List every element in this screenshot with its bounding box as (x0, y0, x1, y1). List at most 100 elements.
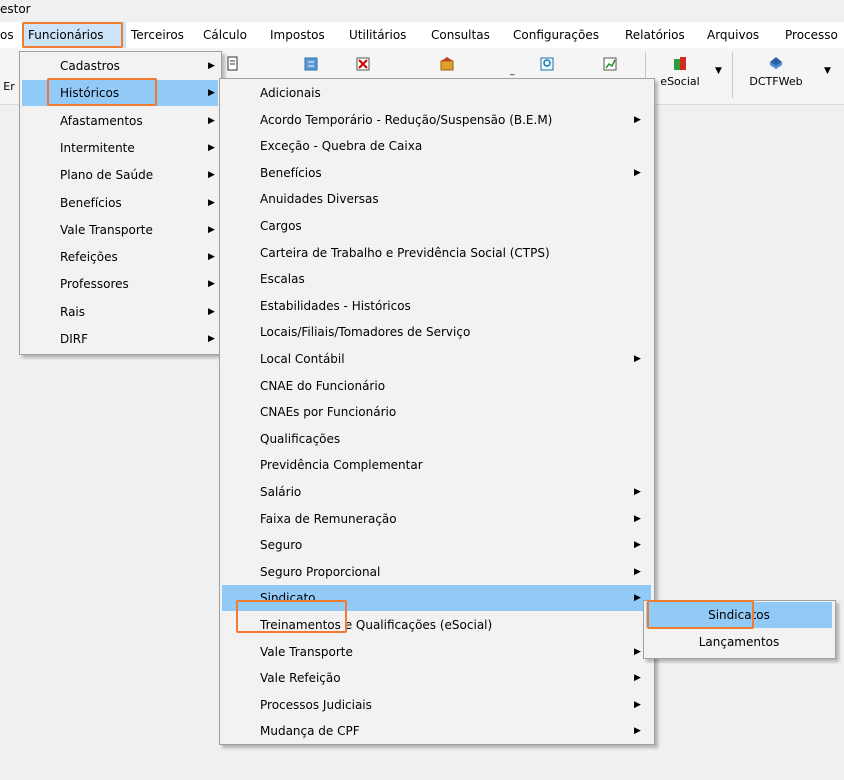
menu2-item-carteira-de-trabalho-e-previdencia-social-ctps[interactable]: Carteira de Trabalho e Previdência Socia… (222, 240, 651, 266)
menu-terceiros[interactable]: Terceiros (131, 22, 184, 48)
submenu-arrow-icon: ▶ (634, 513, 641, 524)
menu-arquivos[interactable]: Arquivos (707, 22, 759, 48)
menu1-item-label: Professores (60, 277, 129, 292)
menu2-item-mudanca-de-cpf[interactable]: Mudança de CPF ▶ (222, 718, 651, 744)
menu1-item-label: Refeições (60, 250, 118, 265)
menu1-item-professores[interactable]: Professores ▶ (22, 271, 218, 297)
menu2-item-locais-filiais-tomadores-de-servico[interactable]: Locais/Filiais/Tomadores de Serviço (222, 319, 651, 345)
menu2-item-label: Processos Judiciais (260, 697, 372, 712)
menu2-item-adicionais[interactable]: Adicionais (222, 80, 651, 106)
funcionarios-menu: Cadastros ▶ Históricos ▶ Afastamentos ▶ Interm… (19, 51, 222, 355)
menu-configuracoes[interactable]: Configurações (513, 22, 599, 48)
menu1-item-beneficios[interactable]: Benefícios ▶ (22, 190, 218, 216)
search-sheet-icon (540, 57, 554, 71)
menu-calculo[interactable]: Cálculo (203, 22, 247, 48)
menu2-item-vale-transporte[interactable]: Vale Transporte ▶ (222, 639, 651, 665)
menu1-item-label: Cadastros (60, 59, 120, 73)
menu2-item-cnaes-por-funcionario[interactable]: CNAEs por Funcionário (222, 399, 651, 425)
submenu-arrow-icon: ▶ (634, 487, 641, 497)
menu1-item-afastamentos[interactable]: Afastamentos ▶ (22, 108, 218, 134)
menu1-item-vale-transporte[interactable]: Vale Transporte ▶ (22, 217, 218, 243)
menu2-item-excecao-quebra-de-caixa[interactable]: Exceção - Quebra de Caixa (222, 133, 651, 159)
menu-relatorios[interactable]: Relatórios (625, 22, 685, 48)
submenu-arrow-icon: ▶ (208, 279, 215, 290)
menu-utilitarios[interactable]: Utilitários (349, 22, 406, 48)
historicos-submenu: Adicionais Acordo Temporário - Redução/Su… (219, 78, 655, 745)
calculator-icon (304, 57, 318, 71)
toolbar-partial-label: Er (3, 80, 15, 93)
esocial-dropdown-arrow[interactable]: ▼ (715, 66, 722, 76)
menu2-item-acordo-temporario-reducao-suspensao-b-e-m[interactable]: Acordo Temporário - Redução/Suspensão (B… (222, 107, 651, 133)
menu2-item-label: Escalas (260, 272, 305, 287)
menu1-item-plano-de-saude[interactable]: Plano de Saúde ▶ (22, 162, 218, 188)
menu2-item-beneficios[interactable]: Benefícios ▶ (222, 160, 651, 186)
menu2-item-escalas[interactable]: Escalas (222, 266, 651, 292)
menu2-item-label: Acordo Temporário - Redução/Suspensão (B… (260, 112, 553, 127)
menu2-item-seguro[interactable]: Seguro ▶ (222, 532, 651, 558)
menu-processo[interactable]: Processo (785, 22, 838, 48)
submenu-arrow-icon: ▶ (634, 699, 641, 710)
menu2-item-processos-judiciais[interactable]: Processos Judiciais ▶ (222, 692, 651, 718)
menu1-item-cadastros[interactable]: Cadastros ▶ (22, 53, 218, 79)
menu2-item-cnae-do-funcionario[interactable]: CNAE do Funcionário (222, 373, 651, 399)
menu2-item-anuidades-diversas[interactable]: Anuidades Diversas (222, 186, 651, 212)
submenu-arrow-icon: ▶ (208, 334, 215, 344)
menu2-item-faixa-de-remuneracao[interactable]: Faixa de Remuneração ▶ (222, 506, 651, 532)
menu2-item-label: Vale Transporte (260, 644, 353, 659)
menu2-item-treinamentos-e-qualificacoes-esocial[interactable]: Treinamentos e Qualificações (eSocial) (222, 612, 651, 638)
submenu-arrow-icon: ▶ (208, 252, 215, 263)
menu1-item-label: DIRF (60, 332, 89, 346)
menu1-item-refeicoes[interactable]: Refeições ▶ (22, 244, 218, 270)
menu1-item-label: Benefícios (60, 195, 122, 210)
dctfweb-button[interactable]: DCTFWeb (742, 51, 810, 101)
menu2-item-label: Mudança de CPF (260, 724, 360, 739)
menu2-item-cargos[interactable]: Cargos (222, 213, 651, 239)
menu2-item-label: Benefícios (260, 165, 322, 180)
menu2-item-previdencia-complementar[interactable]: Previdência Complementar (222, 452, 651, 478)
submenu-arrow-icon: ▶ (208, 88, 215, 99)
menu1-item-intermitente[interactable]: Intermitente ▶ (22, 135, 218, 161)
menu3-item-sindicatos[interactable]: Sindicatos (646, 602, 832, 628)
menu2-item-seguro-proporcional[interactable]: Seguro Proporcional ▶ (222, 559, 651, 585)
menu2-item-salario[interactable]: Salário ▶ (222, 479, 651, 505)
menu3-item-lancamentos[interactable]: Lançamentos (646, 629, 832, 655)
chart-sheet-icon (603, 57, 617, 71)
menubar: os Funcionários Terceiros Cálculo Impost… (0, 22, 844, 48)
menu2-item-label: Carteira de Trabalho e Previdência Socia… (260, 245, 550, 260)
menu1-item-rais[interactable]: Rais ▶ (22, 299, 218, 325)
menu1-item-label: Plano de Saúde (60, 168, 154, 183)
menu2-item-vale-refeicao[interactable]: Vale Refeição ▶ (222, 665, 651, 691)
menu-consultas[interactable]: Consultas (431, 22, 490, 48)
menu2-item-label: Faixa de Remuneração (260, 511, 397, 526)
esocial-icon (674, 57, 686, 70)
menu-impostos[interactable]: Impostos (270, 22, 325, 48)
menu2-item-estabilidades-historicos[interactable]: Estabilidades - Históricos (222, 293, 651, 319)
menu2-item-label: Adicionais (260, 86, 321, 100)
menu2-item-qualificacoes[interactable]: Qualificações (222, 426, 651, 452)
menu-funcionarios[interactable]: Funcionários (23, 22, 126, 48)
submenu-arrow-icon: ▶ (634, 566, 641, 577)
menu2-item-local-contabil[interactable]: Local Contábil ▶ (222, 346, 651, 372)
menu2-item-label: Anuidades Diversas (260, 192, 379, 207)
dctfweb-label: DCTFWeb (749, 75, 803, 88)
menu1-item-dirf[interactable]: DIRF ▶ (22, 326, 218, 352)
toolbar-partial-button[interactable]: Er (2, 51, 16, 101)
submenu-arrow-icon: ▶ (634, 354, 641, 364)
menu-os[interactable]: os (0, 22, 16, 48)
menu2-item-sindicato[interactable]: Sindicato ▶ (222, 585, 651, 612)
submenu-arrow-icon: ▶ (208, 306, 215, 317)
menu1-item-label: Vale Transporte (60, 222, 153, 237)
toolbar-dropdown-arrow-1[interactable]: _ (510, 66, 515, 76)
menu2-item-label: Sindicato (260, 591, 316, 606)
building-icon (440, 57, 454, 71)
menu1-item-label: Afastamentos (60, 113, 143, 128)
menu3-item-label: Sindicatos (708, 608, 770, 622)
menu1-item-historicos[interactable]: Históricos ▶ (22, 80, 218, 107)
submenu-arrow-icon: ▶ (208, 142, 215, 153)
submenu-arrow-icon: ▶ (208, 197, 215, 208)
submenu-arrow-icon: ▶ (634, 593, 641, 604)
menu2-item-label: Local Contábil (260, 352, 345, 366)
dctfweb-dropdown-arrow[interactable]: ▼ (824, 66, 831, 76)
esocial-button[interactable]: eSocial (652, 51, 708, 101)
menu1-item-label: Rais (60, 304, 86, 319)
